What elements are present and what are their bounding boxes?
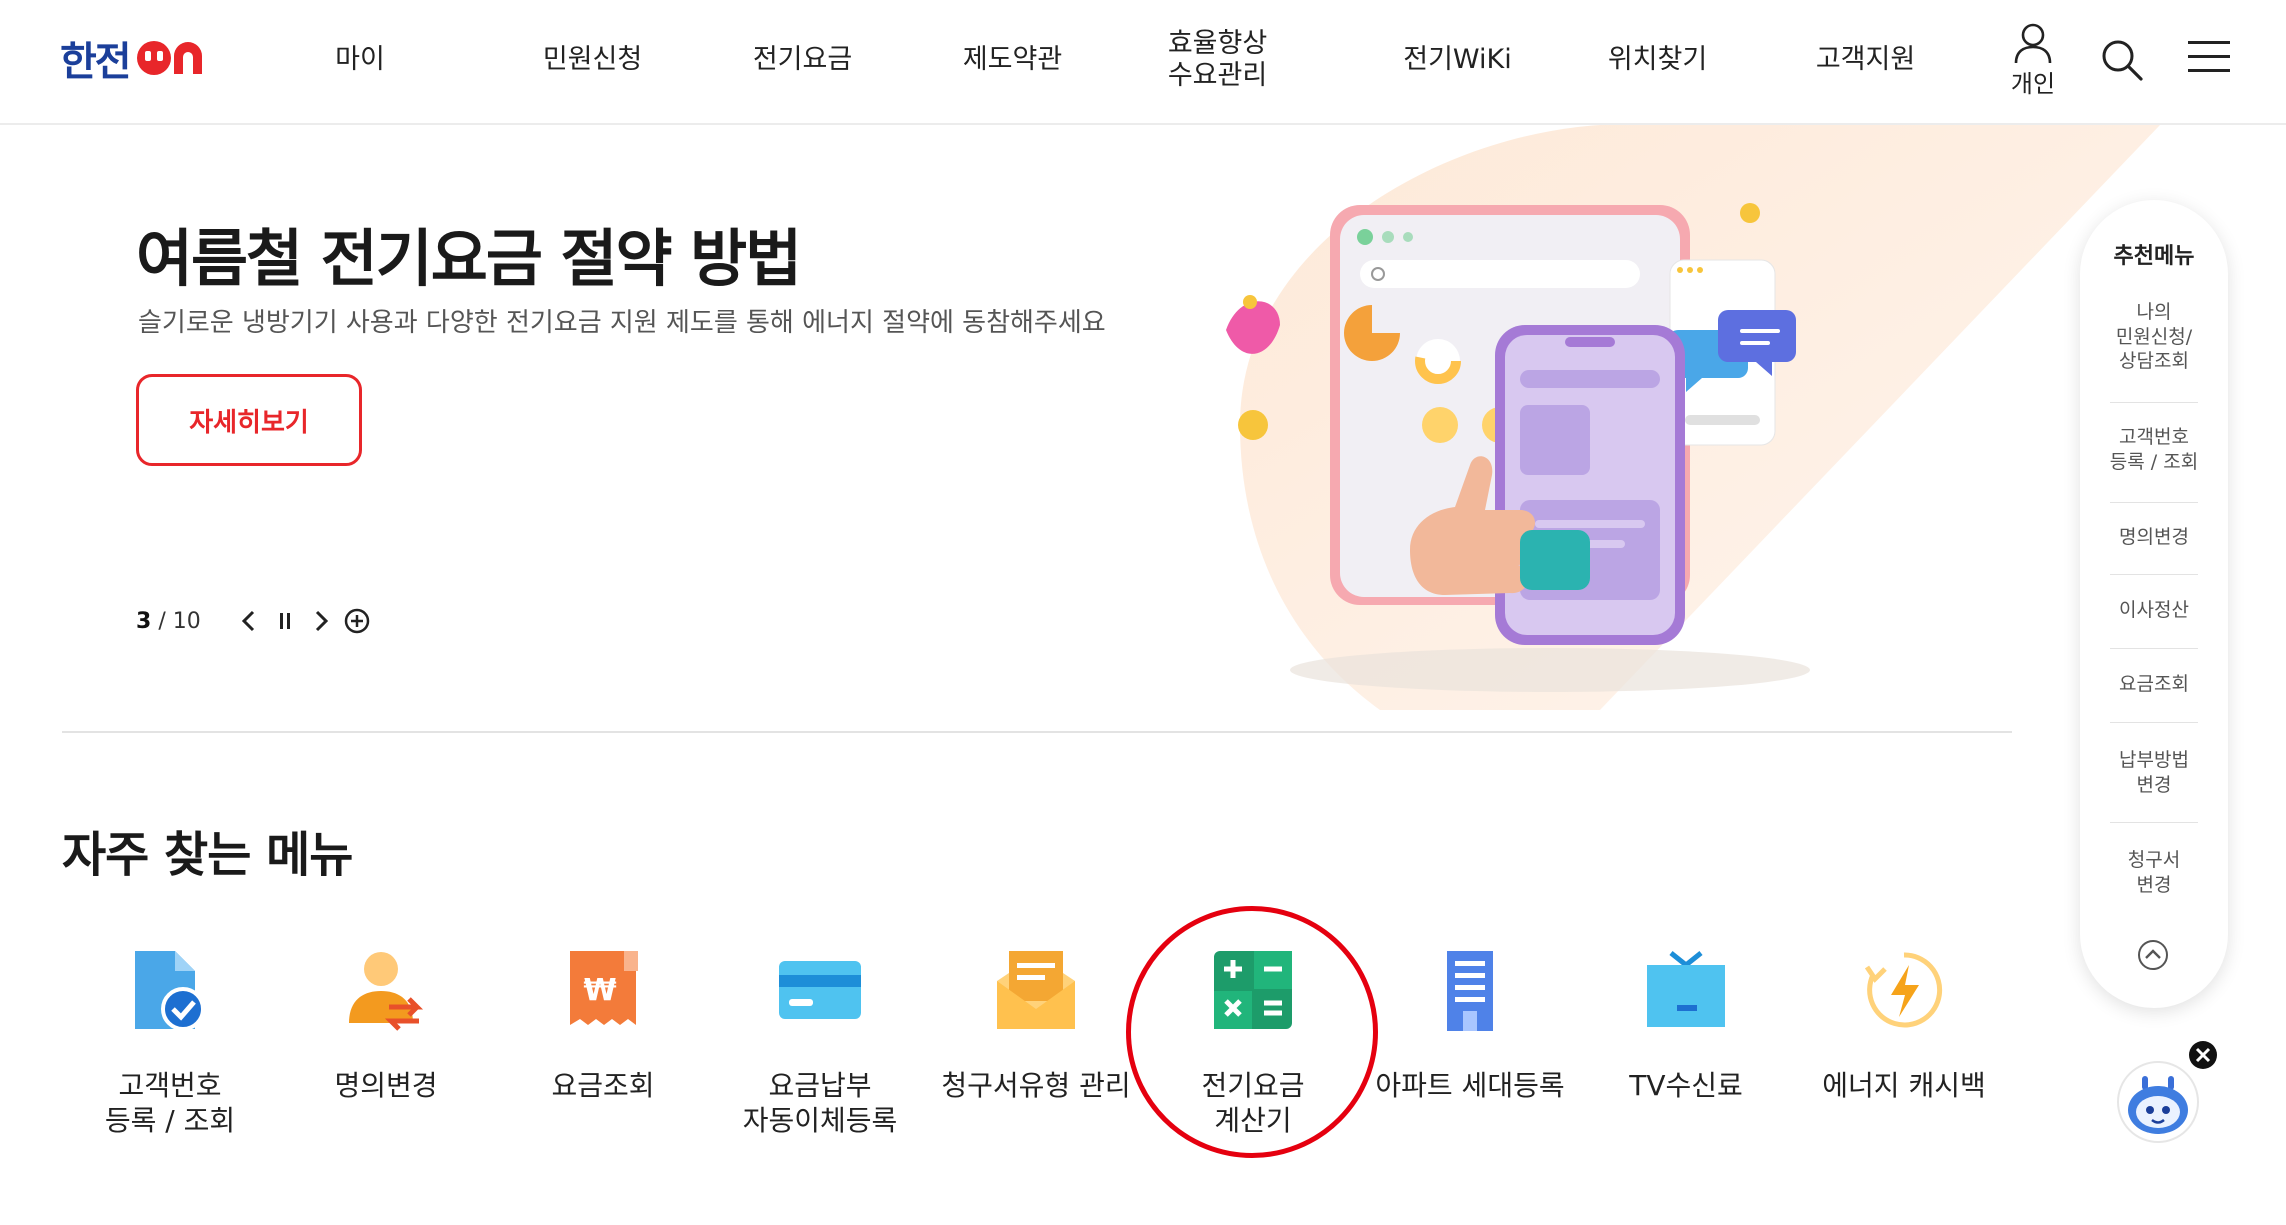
menu-label: 전기요금 계산기 [1201, 1069, 1305, 1137]
nav-efficiency[interactable]: 효율향상 수요관리 [1145, 0, 1290, 120]
credit-card-icon [770, 940, 870, 1040]
menu-label: TV수신료 [1629, 1069, 1743, 1102]
slide-total: / 10 [158, 608, 201, 634]
chevron-left-icon [241, 610, 254, 632]
slide-counter: 3 / 10 [136, 609, 201, 634]
nav-civil-request[interactable]: 민원신청 [520, 0, 665, 120]
logo-text: 한전 [60, 39, 132, 85]
nav-my[interactable]: 마이 [300, 0, 420, 120]
prev-slide-button[interactable] [231, 604, 267, 638]
document-check-icon [120, 940, 220, 1040]
section-divider [62, 731, 2012, 733]
calculator-icon [1203, 940, 1303, 1040]
menu-label: 고객번호 등록 / 조회 [104, 1069, 236, 1137]
user-type-label: 개인 [2010, 70, 2056, 98]
search-icon [2102, 40, 2143, 81]
won-receipt-icon: ₩ [553, 940, 653, 1040]
nav-customer-support[interactable]: 고객지원 [1793, 0, 1938, 120]
hero-title: 여름철 전기요금 절약 방법 [136, 222, 802, 295]
chevron-right-icon [315, 610, 328, 632]
nav-location[interactable]: 위치찾기 [1585, 0, 1730, 120]
side-divider [2110, 502, 2198, 503]
side-item-bill-inquiry[interactable]: 요금조회 [2104, 672, 2204, 697]
side-divider [2110, 822, 2198, 823]
pause-slide-button[interactable] [267, 604, 303, 638]
site-header: 한전 마이 민원신청 전기요금 제도약관 효율향상 수요관리 전기WiKi 위치… [0, 0, 2286, 125]
person-transfer-icon [336, 940, 436, 1040]
menu-name-change[interactable]: 명의변경 [276, 940, 496, 1103]
side-item-bill-change[interactable]: 청구서 변경 [2104, 848, 2204, 897]
frequent-menu-title: 자주 찾는 메뉴 [62, 815, 353, 885]
energy-cashback-icon [1854, 940, 1954, 1040]
user-icon [2014, 23, 2052, 64]
all-menu-button[interactable] [2188, 40, 2230, 74]
side-item-payment-method[interactable]: 납부방법 변경 [2104, 748, 2204, 797]
menu-label: 요금납부 자동이체등록 [742, 1069, 898, 1137]
hamburger-menu-icon [2188, 41, 2230, 72]
menu-label: 요금조회 [551, 1069, 655, 1102]
side-divider [2110, 722, 2198, 723]
side-item-name-change[interactable]: 명의변경 [2104, 525, 2204, 550]
menu-energy-cashback[interactable]: 에너지 캐시백 [1794, 940, 2014, 1103]
side-item-customer-number[interactable]: 고객번호 등록 / 조회 [2104, 425, 2204, 474]
hero-illustration [1226, 125, 2160, 710]
nav-terms[interactable]: 제도약관 [940, 0, 1085, 120]
menu-label: 아파트 세대등록 [1375, 1069, 1565, 1102]
view-all-slides-button[interactable] [339, 604, 375, 638]
slide-current: 3 [136, 608, 152, 634]
plus-circle-icon [344, 608, 369, 634]
side-item-my-civil-request[interactable]: 나의 민원신청/ 상담조회 [2104, 300, 2204, 374]
slide-pager: 3 / 10 [136, 604, 375, 638]
close-chatbot-icon[interactable] [2188, 1040, 2218, 1070]
side-menu-title: 추천메뉴 [2113, 244, 2195, 269]
frequent-title-bold: 메뉴 [266, 827, 353, 883]
side-divider [2110, 574, 2198, 575]
envelope-icon [986, 940, 1086, 1040]
frequent-title-normal: 자주 찾는 [62, 827, 267, 883]
menu-tv-fee[interactable]: TV수신료 [1576, 940, 1796, 1103]
nav-electric-rates[interactable]: 전기요금 [730, 0, 875, 120]
menu-bill-type[interactable]: 청구서유형 관리 [926, 940, 1146, 1103]
menu-auto-payment[interactable]: 요금납부 자동이체등록 [710, 940, 930, 1138]
nav-electric-wiki[interactable]: 전기WiKi [1385, 0, 1530, 120]
apartment-icon [1420, 940, 1520, 1040]
side-divider [2110, 648, 2198, 649]
user-menu[interactable]: 개인 [2003, 22, 2063, 99]
menu-label: 명의변경 [334, 1069, 438, 1102]
search-button[interactable] [2100, 38, 2144, 82]
menu-bill-inquiry[interactable]: ₩ 요금조회 [493, 940, 713, 1103]
hero-detail-button[interactable]: 자세히보기 [136, 374, 362, 466]
side-divider [2110, 402, 2198, 403]
scroll-up-icon[interactable] [2136, 938, 2170, 972]
chatbot-button[interactable] [2108, 1040, 2218, 1150]
pause-icon [279, 613, 290, 629]
tv-icon [1636, 940, 1736, 1040]
hero-subtitle: 슬기로운 냉방기기 사용과 다양한 전기요금 지원 제도를 통해 에너지 절약에… [138, 308, 1106, 338]
svg-text:₩: ₩ [583, 973, 616, 1008]
kepco-on-logo[interactable]: 한전 [60, 34, 220, 85]
menu-apartment-register[interactable]: 아파트 세대등록 [1360, 940, 1580, 1103]
recommended-side-menu: 추천메뉴 나의 민원신청/ 상담조회 고객번호 등록 / 조회 명의변경 이사정… [2080, 200, 2228, 1008]
menu-label: 청구서유형 관리 [941, 1069, 1131, 1102]
next-slide-button[interactable] [303, 604, 339, 638]
menu-customer-number[interactable]: 고객번호 등록 / 조회 [60, 940, 280, 1138]
side-item-moving-settlement[interactable]: 이사정산 [2104, 598, 2204, 623]
menu-rate-calculator[interactable]: 전기요금 계산기 [1143, 940, 1363, 1138]
menu-label: 에너지 캐시백 [1822, 1069, 1986, 1102]
logo-on-mark [134, 38, 220, 78]
